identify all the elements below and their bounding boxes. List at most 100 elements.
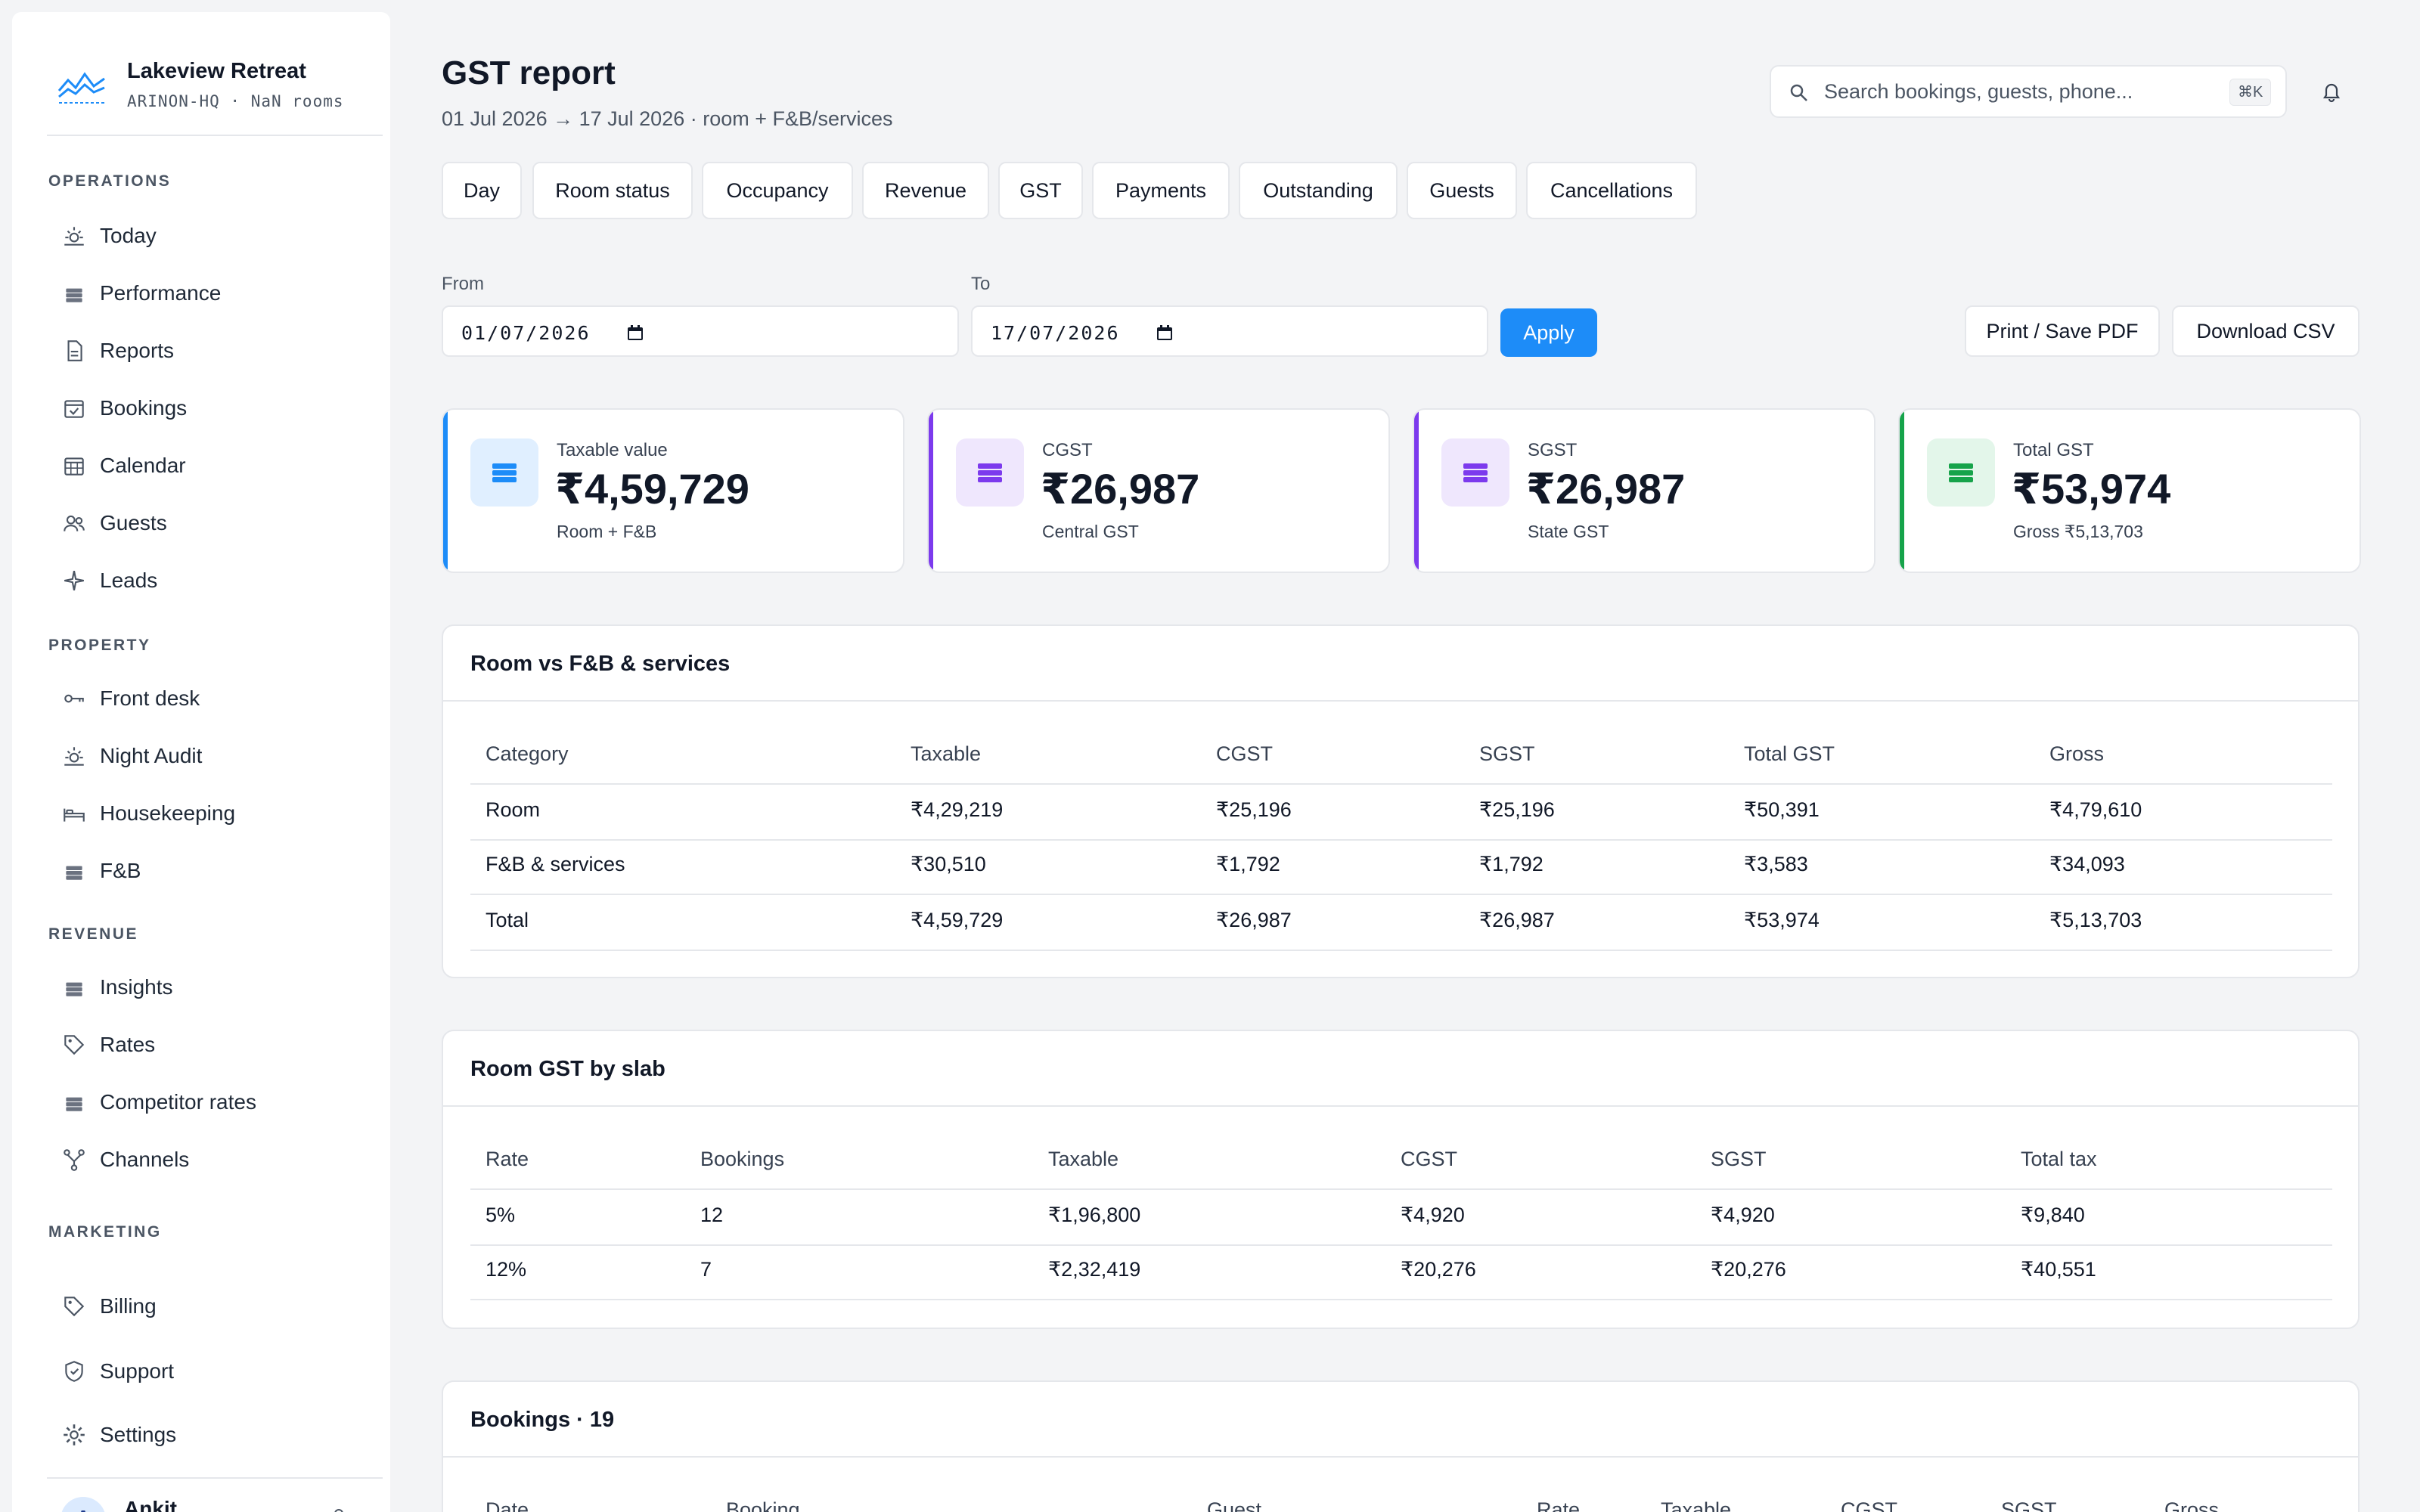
calendar-picker-icon[interactable]	[1154, 322, 1175, 343]
sidebar-item-today[interactable]: Today	[47, 213, 380, 259]
column-header: Taxable	[1048, 1148, 1119, 1170]
sidebar-item-bookings[interactable]: Bookings	[47, 386, 380, 431]
download-csv-button[interactable]: Download CSV	[2172, 305, 2360, 357]
sidebar: Lakeview Retreat ARINON-HQ · NaN rooms O…	[12, 12, 390, 1512]
shortcut-badge: ⌘K	[2229, 79, 2272, 106]
sparkle-icon	[59, 565, 89, 596]
tab-cancellations[interactable]: Cancellations	[1526, 162, 1697, 219]
sidebar-item-label: Rates	[100, 1033, 156, 1056]
sidebar-item-leads[interactable]: Leads	[47, 558, 380, 603]
sidebar-item-competitor-rates[interactable]: Competitor rates	[47, 1080, 380, 1125]
stack-icon	[59, 278, 89, 308]
tag-icon	[59, 1030, 89, 1060]
print-pdf-button[interactable]: Print / Save PDF	[1965, 305, 2160, 357]
page-title: GST report	[442, 54, 616, 91]
sidebar-item-reports[interactable]: Reports	[47, 328, 380, 373]
brand-name: Lakeview Retreat	[127, 59, 306, 83]
sidebar-item-support[interactable]: Support	[47, 1349, 380, 1394]
divider	[470, 783, 2332, 785]
table-cell: ₹26,987	[1479, 909, 1555, 931]
stat-value: ₹4,59,729	[555, 465, 749, 513]
slab-table-card: Room GST by slab Rate Bookings Taxable C…	[442, 1030, 2360, 1329]
sidebar-item-night-audit[interactable]: Night Audit	[47, 733, 380, 779]
stat-caption: Central GST	[1042, 522, 1139, 541]
stat-value: ₹26,987	[1526, 465, 1686, 513]
stack-icon	[470, 438, 538, 507]
page-subtitle: 01 Jul 2026 → 17 Jul 2026 · room + F&B/s…	[442, 107, 893, 130]
sidebar-item-label: Guests	[100, 511, 167, 534]
calendar-check-icon	[59, 393, 89, 423]
column-header: Booking	[726, 1498, 800, 1512]
users-icon	[59, 508, 89, 538]
search-input[interactable]	[1824, 73, 2217, 110]
column-header: Bookings	[700, 1148, 785, 1170]
section-label-marketing: MARKETING	[48, 1223, 162, 1241]
sidebar-item-rates[interactable]: Rates	[47, 1022, 380, 1067]
card-title: Room GST by slab	[470, 1057, 666, 1081]
sidebar-item-label: Front desk	[100, 686, 200, 710]
from-date-field[interactable]: 01/07/2026	[442, 305, 959, 357]
stat-card-cgst: CGST ₹26,987 Central GST	[927, 408, 1390, 573]
to-date-field[interactable]: 17/07/2026	[971, 305, 1488, 357]
divider	[470, 839, 2332, 841]
sidebar-item-housekeeping[interactable]: Housekeeping	[47, 791, 380, 836]
table-cell: Room	[486, 798, 541, 821]
sidebar-item-calendar[interactable]: Calendar	[47, 443, 380, 488]
stack-icon	[59, 1087, 89, 1117]
brand-header[interactable]: Lakeview Retreat ARINON-HQ · NaN rooms	[47, 47, 383, 136]
table-cell: ₹1,792	[1216, 853, 1280, 875]
user-profile[interactable]: A Ankit	[47, 1477, 383, 1512]
tab-room-status[interactable]: Room status	[532, 162, 693, 219]
sidebar-item-performance[interactable]: Performance	[47, 271, 380, 316]
tab-revenue[interactable]: Revenue	[862, 162, 989, 219]
column-header: Total GST	[1744, 742, 1835, 765]
stat-value: ₹26,987	[1041, 465, 1200, 513]
tab-day[interactable]: Day	[442, 162, 522, 219]
table-cell: ₹26,987	[1216, 909, 1292, 931]
sidebar-item-billing[interactable]: Billing	[47, 1284, 380, 1329]
bell-icon[interactable]	[2319, 79, 2344, 104]
sidebar-item-insights[interactable]: Insights	[47, 965, 380, 1010]
sidebar-item-channels[interactable]: Channels	[47, 1137, 380, 1182]
section-label-operations: OPERATIONS	[48, 172, 172, 190]
table-cell: ₹53,974	[1744, 909, 1820, 931]
card-title: Room vs F&B & services	[470, 652, 731, 676]
sidebar-item-fnb[interactable]: F&B	[47, 848, 380, 894]
column-header: Rate	[486, 1148, 529, 1170]
column-header: SGST	[1711, 1148, 1767, 1170]
tab-occupancy[interactable]: Occupancy	[702, 162, 853, 219]
brand-subtitle: ARINON-HQ · NaN rooms	[127, 92, 344, 110]
tab-payments[interactable]: Payments	[1092, 162, 1230, 219]
column-header: Guest	[1207, 1498, 1262, 1512]
stat-value: ₹53,974	[2012, 465, 2171, 513]
table-cell: ₹20,276	[1401, 1258, 1476, 1281]
tab-guests[interactable]: Guests	[1407, 162, 1517, 219]
sidebar-item-label: Competitor rates	[100, 1090, 256, 1114]
accent-bar	[929, 410, 933, 572]
section-label-property: PROPERTY	[48, 637, 151, 654]
sidebar-item-front-desk[interactable]: Front desk	[47, 676, 380, 721]
search-box[interactable]: ⌘K	[1770, 65, 2287, 118]
table-cell: 12	[700, 1204, 724, 1226]
sun-icon	[59, 221, 89, 251]
sidebar-item-label: Channels	[100, 1148, 190, 1171]
table-cell: ₹4,920	[1711, 1204, 1775, 1226]
stat-card-total-gst: Total GST ₹53,974 Gross ₹5,13,703	[1898, 408, 2361, 573]
shield-icon	[59, 1356, 89, 1387]
tab-gst[interactable]: GST	[998, 162, 1083, 219]
lock-icon[interactable]	[328, 1507, 349, 1512]
sidebar-item-label: Billing	[100, 1294, 157, 1318]
tab-outstanding[interactable]: Outstanding	[1239, 162, 1398, 219]
section-label-revenue: REVENUE	[48, 925, 139, 943]
table-cell: ₹20,276	[1711, 1258, 1786, 1281]
search-icon	[1790, 84, 1807, 101]
sidebar-item-label: Today	[100, 224, 157, 247]
to-date-value: 17/07/2026	[991, 322, 1120, 344]
sidebar-item-settings[interactable]: Settings	[47, 1412, 380, 1458]
bed-icon	[59, 798, 89, 829]
sidebar-item-guests[interactable]: Guests	[47, 500, 380, 546]
apply-button[interactable]: Apply	[1500, 308, 1597, 357]
table-cell: ₹4,29,219	[911, 798, 1004, 821]
calendar-picker-icon[interactable]	[625, 322, 646, 343]
divider	[470, 1244, 2332, 1246]
